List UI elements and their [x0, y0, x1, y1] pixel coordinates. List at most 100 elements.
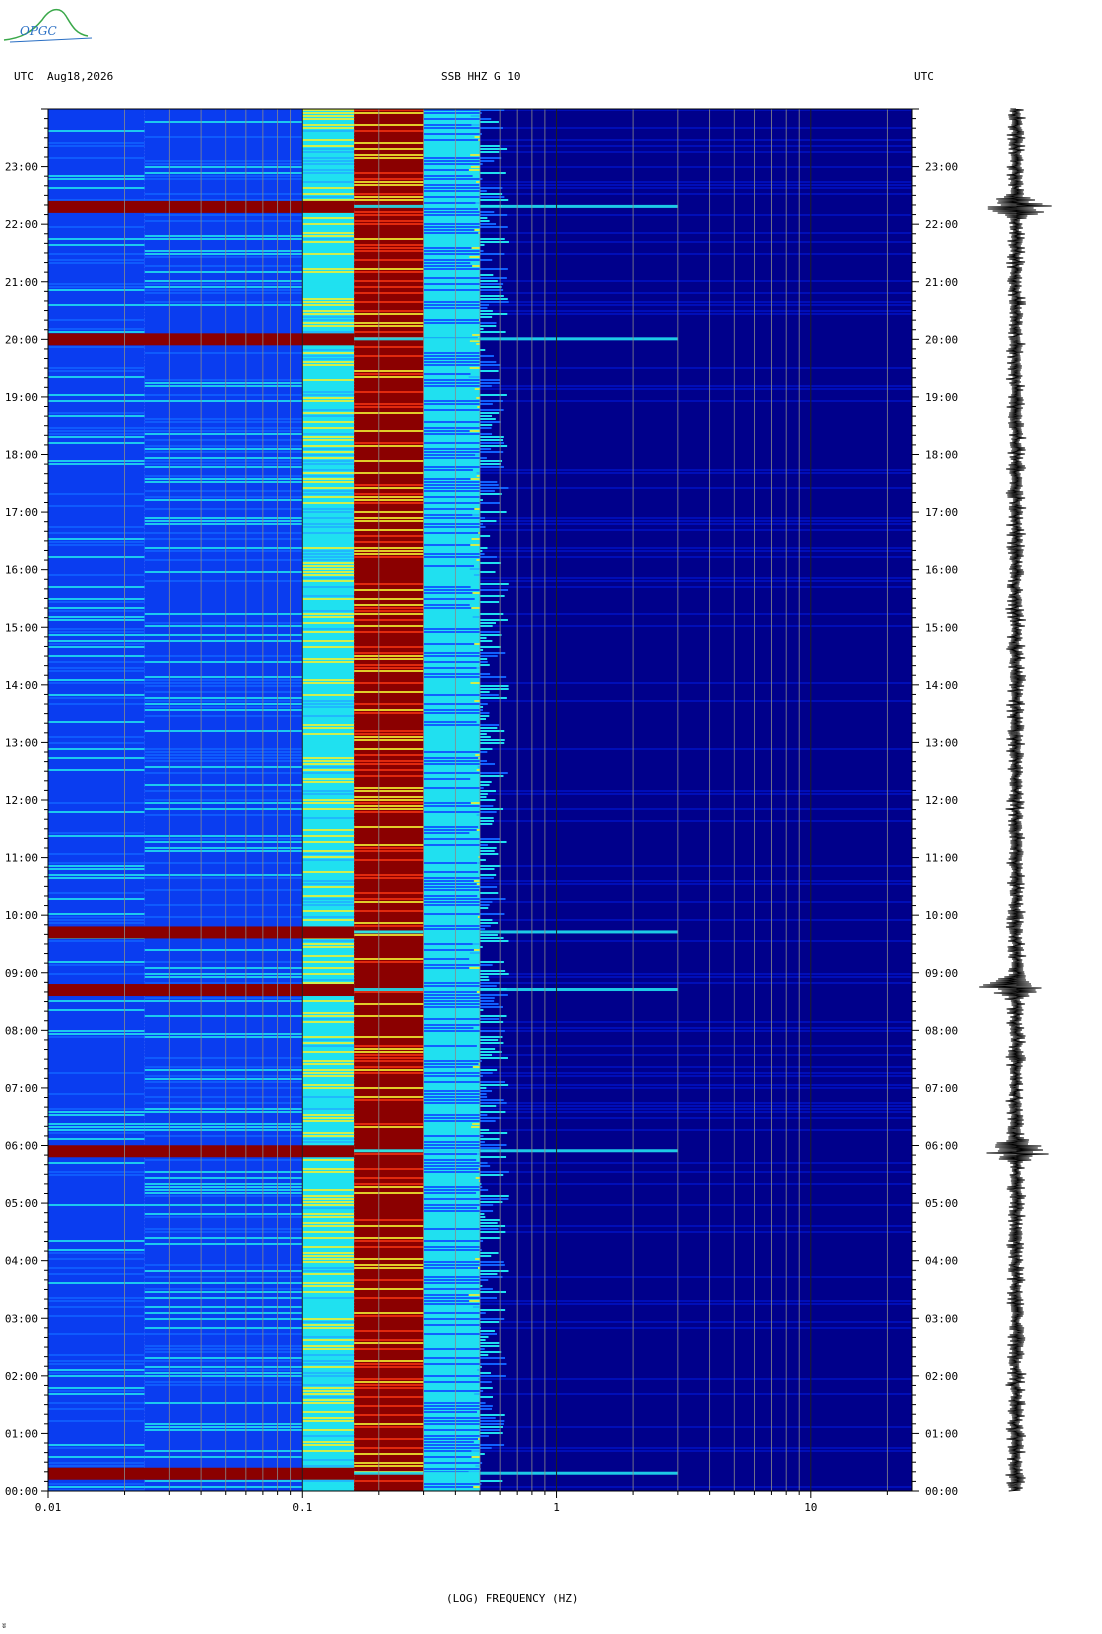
band-strip — [48, 169, 145, 171]
band-strip — [144, 184, 303, 186]
band-strip — [144, 577, 303, 579]
band-strip — [48, 1357, 145, 1359]
band-strip — [354, 115, 424, 117]
band-strip — [302, 250, 355, 252]
band-strip — [302, 1135, 355, 1137]
band-strip — [48, 442, 145, 444]
band-strip — [144, 127, 303, 129]
band-strip — [144, 241, 303, 243]
band-strip — [354, 1315, 424, 1317]
band-strip — [302, 280, 355, 282]
band-strip — [302, 736, 355, 738]
band-strip — [302, 883, 355, 885]
band-strip — [48, 124, 145, 126]
band-strip — [354, 991, 424, 993]
band-strip — [354, 1171, 424, 1173]
band-strip — [48, 625, 145, 627]
band-strip — [48, 235, 145, 237]
transition-strip — [423, 214, 508, 216]
band-strip — [48, 1039, 145, 1041]
band-strip — [48, 1111, 145, 1113]
band-strip — [48, 808, 145, 810]
band-strip — [48, 1207, 145, 1209]
band-strip — [144, 1303, 303, 1305]
band-strip — [302, 262, 355, 264]
transition-strip — [423, 916, 478, 918]
band-strip — [302, 175, 355, 177]
band-strip — [144, 892, 303, 894]
band-strip — [144, 1138, 303, 1140]
band-strip — [302, 193, 355, 195]
band-strip — [144, 883, 303, 885]
band-strip — [48, 133, 145, 135]
band-strip — [48, 1015, 145, 1017]
transition-strip — [423, 649, 484, 651]
band-strip — [302, 1069, 355, 1071]
transition-strip — [423, 187, 503, 189]
band-strip — [48, 649, 145, 651]
band-strip — [144, 505, 303, 507]
band-strip — [302, 439, 355, 441]
band-strip — [144, 964, 303, 966]
band-strip — [302, 601, 355, 603]
band-strip — [48, 331, 145, 333]
band-strip — [48, 619, 145, 621]
band-strip — [302, 616, 355, 618]
band-strip — [48, 427, 145, 429]
band-strip — [144, 568, 303, 570]
band-strip — [354, 118, 424, 120]
band-strip — [144, 1219, 303, 1221]
band-strip — [354, 1354, 424, 1356]
transition-strip — [423, 553, 485, 555]
band-strip — [354, 913, 424, 915]
band-strip — [302, 697, 355, 699]
transition-strip — [423, 1201, 503, 1203]
band-strip — [144, 718, 303, 720]
band-strip — [144, 805, 303, 807]
band-strip — [354, 1231, 424, 1233]
transition-strip — [423, 250, 484, 252]
x-tick-label: 0.1 — [292, 1501, 312, 1514]
band-strip — [48, 1057, 145, 1059]
band-strip — [302, 1312, 355, 1314]
transition-strip — [423, 130, 480, 132]
transition-strip — [423, 1243, 479, 1245]
band-strip — [302, 871, 355, 873]
band-strip — [48, 1117, 145, 1119]
band-strip — [354, 865, 424, 867]
band-strip — [354, 235, 424, 237]
band-strip — [302, 1141, 355, 1143]
band-strip — [302, 1237, 355, 1239]
band-strip — [48, 1354, 145, 1356]
band-strip — [144, 1117, 303, 1119]
band-strip — [48, 727, 145, 729]
band-strip — [48, 946, 145, 948]
band-strip — [48, 604, 145, 606]
transition-strip — [423, 334, 473, 336]
band-strip — [48, 1408, 145, 1410]
band-strip — [144, 1432, 303, 1434]
band-strip — [302, 997, 355, 999]
band-strip — [48, 1240, 145, 1242]
band-strip — [144, 820, 303, 822]
band-strip — [354, 691, 424, 693]
band-strip — [354, 1327, 424, 1329]
band-strip — [302, 793, 355, 795]
band-strip — [48, 703, 145, 705]
band-strip — [302, 517, 355, 519]
y-tick-label-left: 15:00 — [5, 621, 38, 634]
band-strip — [144, 694, 303, 696]
y-tick-label-right: 21:00 — [925, 276, 958, 289]
band-strip — [354, 169, 424, 171]
band-strip — [354, 1360, 424, 1362]
transition-strip — [423, 1345, 500, 1347]
transition-strip — [423, 1282, 480, 1284]
band-strip — [144, 1261, 303, 1263]
band-strip — [48, 886, 145, 888]
band-strip — [354, 658, 424, 660]
transition-strip — [423, 589, 509, 591]
band-strip — [302, 1381, 355, 1383]
band-strip — [144, 304, 303, 306]
band-strip — [144, 979, 303, 981]
band-strip — [354, 886, 424, 888]
